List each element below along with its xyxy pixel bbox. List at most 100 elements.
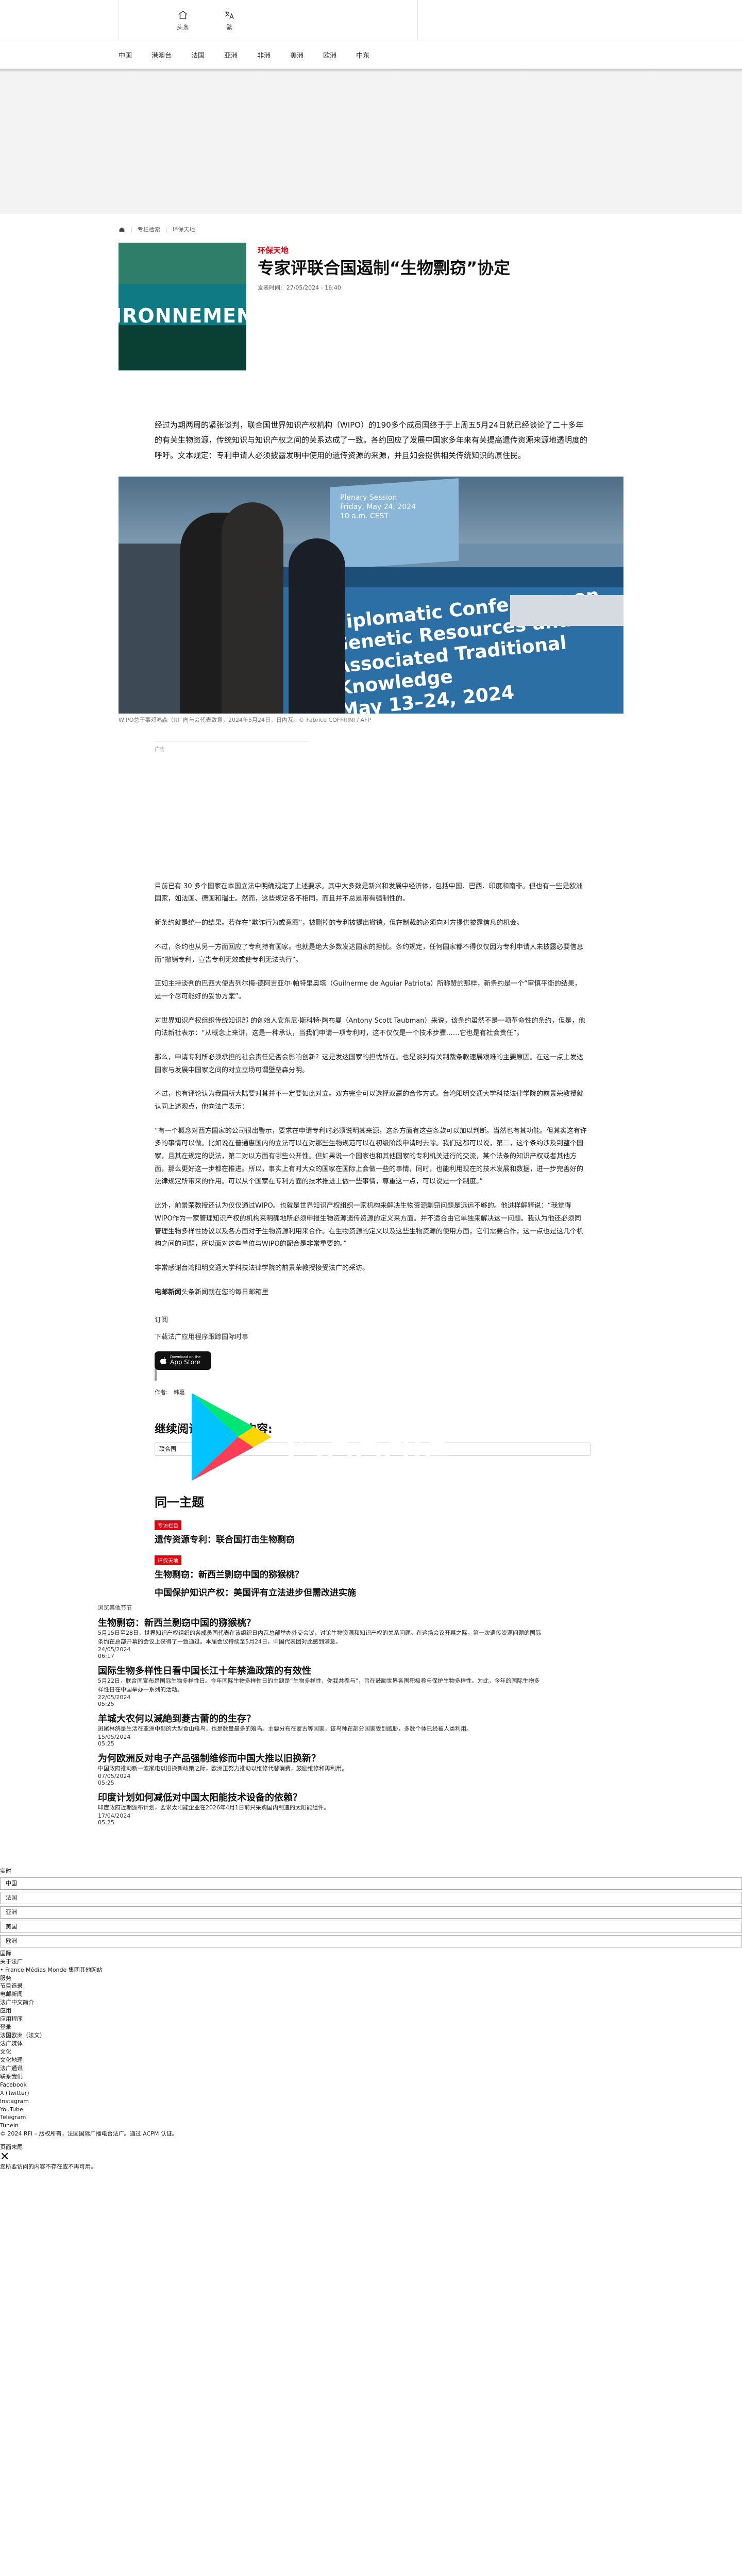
newsletter-text: 头条新闻就在您的每日邮箱里	[181, 1288, 269, 1296]
nav-item-americas[interactable]: 美洲	[290, 50, 303, 60]
footer-line[interactable]: X (Twitter)	[0, 2089, 742, 2097]
main-nav: 中国 港澳台 法国 亚洲 非洲 美洲 欧洲 中东	[0, 41, 742, 69]
nav-item-asia[interactable]: 亚洲	[224, 50, 238, 60]
footer-line[interactable]: TuneIn	[0, 2122, 742, 2130]
digest-date: 24/05/2024 06:17	[98, 1646, 131, 1660]
digest-summary: 中国政府推动新一波家电以旧换新政策之际，欧洲正努力推动以维修代替消费，鼓励维修和…	[98, 1765, 347, 1772]
language-button[interactable]: 繁	[214, 9, 245, 31]
footer-line[interactable]: 法广通讯	[0, 2064, 742, 2073]
footer-field[interactable]: 美国	[0, 1920, 742, 1933]
ad-banner-area	[0, 72, 742, 214]
list-item-title[interactable]: 中国保护知识产权：美国评有立法进步但需改进实施	[155, 1585, 623, 1598]
footer-line[interactable]: 文化	[0, 2048, 742, 2056]
app-store-button[interactable]: Download on the App Store	[155, 1351, 211, 1370]
nav-item-africa[interactable]: 非洲	[257, 50, 271, 60]
footer-line[interactable]: 节目选录	[0, 1982, 742, 1990]
google-play-bottom: Google Play	[285, 1422, 452, 1539]
nav-item-middle-east[interactable]: 中东	[356, 50, 369, 60]
digest-item[interactable]: 生物剽窃：新西兰剽窃中国的猕猴桃？ 5月15日至28日，世界知识产权组织的各成员…	[98, 1616, 541, 1659]
list-item[interactable]: 中国保护知识产权：美国评有立法进步但需改进实施	[155, 1585, 623, 1598]
digest-title[interactable]: 国际生物多样性日看中国长江十年禁渔政策的有效性	[98, 1664, 541, 1677]
footer-line[interactable]: 联系我们	[0, 2073, 742, 2081]
footer: 实时 中国 法国 亚洲 美国 欧洲 国际 关于法广 • France Média…	[0, 1867, 742, 2171]
footer-line[interactable]: 国际	[0, 1950, 742, 1958]
footer-field[interactable]: 中国	[0, 1877, 742, 1890]
ad-slot: 广告	[155, 741, 309, 870]
digest-title[interactable]: 为何欧洲反对电子产品强制维修而中国大推以旧换新？	[98, 1751, 541, 1765]
footer-line[interactable]: 登录	[0, 2023, 742, 2031]
digest-label: 浏览其他节节	[98, 1604, 132, 1612]
list-item-title[interactable]: 生物剽窃：新西兰剽窃中国的猕猴桃？	[155, 1567, 623, 1580]
footer-line[interactable]: YouTube	[0, 2106, 742, 2114]
breadcrumb-item[interactable]: 专栏检索	[138, 225, 160, 233]
digest-title[interactable]: 印度计划如何减低对中国太阳能技术设备的依赖？	[98, 1790, 541, 1804]
footer-line[interactable]: 电邮新闻	[0, 1990, 742, 1998]
footer-line[interactable]: 实时	[0, 1867, 742, 1875]
footer-line[interactable]: Instagram	[0, 2097, 742, 2106]
footer-line[interactable]: 法广中文简介	[0, 1998, 742, 2007]
nav-item-hk-macao-taiwan[interactable]: 港澳台	[151, 50, 172, 60]
breadcrumb-separator: |	[165, 226, 167, 233]
paragraph: 对世界知识产权组织传统知识部 的创始人安东尼·斯科特·陶布曼（Antony Sc…	[155, 1016, 585, 1038]
paragraph: 正如主持谈判的巴西大使吉列尔梅·德阿吉亚尔·帕特里奥塔（Guilherme de…	[155, 980, 581, 1001]
ad-label: 广告	[155, 747, 165, 753]
app-store-big: App Store	[170, 1359, 200, 1366]
digest-date: 17/04/2024 05:25	[98, 1812, 131, 1826]
digest-summary: 5月22日，联合国宣布是国际生物多样性日。今年国际生物多样性日的主题是“生物多样…	[98, 1677, 540, 1693]
article-main: | 专栏检索 | 环保天地 IRONNEMENT 环保天地 专家评联合国遏制“生…	[119, 214, 623, 1598]
footer-line[interactable]: • France Médias Monde 集团其他网站	[0, 1966, 742, 1974]
home-button[interactable]: 头条	[167, 9, 198, 31]
article-body: 目前已有 30 多个国家在本国立法中明确规定了上述要求。其中大多数是新兴和发展中…	[155, 880, 587, 1299]
nav-item-china[interactable]: 中国	[119, 50, 132, 60]
google-play-button[interactable]: 下载应用，请到 Google Play	[155, 1369, 451, 1539]
photo-caption: WIPO总干事邓鸿森（R）向与会代表致意，2024年5月24日，日内瓦。© Fa…	[119, 716, 372, 723]
article-kicker[interactable]: 环保天地	[258, 245, 510, 256]
breadcrumb-item[interactable]: 环保天地	[172, 225, 195, 233]
digest-title[interactable]: 生物剽窃：新西兰剽窃中国的猕猴桃？	[98, 1616, 541, 1629]
subscribe-link[interactable]: 订阅	[155, 1314, 623, 1324]
download-app-text: 下载法广应用程序跟踪国际时事	[155, 1333, 249, 1342]
home-icon[interactable]	[119, 226, 125, 233]
close-icon[interactable]: ✕	[0, 2151, 742, 2163]
digest-title[interactable]: 羊城大农何以滅絶到菱古蕾的的生存？	[98, 1711, 541, 1725]
digest-summary: 斑尾林鸽是生活在亚洲中部的大型食山雉鸟，也是数量最多的雉鸟。主要分布在蒙古等国家…	[98, 1725, 472, 1733]
article-header: IRONNEMENT 环保天地 专家评联合国遏制“生物剽窃”协定 发表时间: 27…	[119, 243, 623, 370]
thumbnail-word: IRONNEMENT	[119, 304, 246, 327]
digest-date: 22/05/2024 05:25	[98, 1694, 131, 1708]
not-found-text: 您所要访问的内容不存在或不再可用。	[0, 2163, 96, 2171]
home-label: 头条	[176, 24, 189, 31]
paragraph: 不过，也有评论认为我国所大陆要对其并不一定要如此对立。双方完全可以选择双赢的合作…	[155, 1090, 584, 1111]
article-photo: Plenary Session Friday, May 24, 2024 10 …	[119, 476, 623, 714]
article-lead: 经过为期两周的紧张谈判，联合国世界知识产权机构（WIPO）的190多个成员国终于…	[155, 420, 588, 460]
paragraph: 目前已有 30 多个国家在本国立法中明确规定了上述要求。其中大多数是新兴和发展中…	[155, 882, 583, 903]
digest-item[interactable]: 羊城大农何以滅絶到菱古蕾的的生存？ 斑尾林鸽是生活在亚洲中部的大型食山雉鸟，也是…	[98, 1711, 541, 1747]
category-badge: 专访栏目	[155, 1520, 181, 1531]
nav-shadow	[0, 69, 742, 72]
digest-summary: 印度政府近期颁布计划，要求太阳能企业在2026年4月1日前只采购国内制造的太阳能…	[98, 1804, 329, 1811]
language-label: 繁	[226, 24, 232, 31]
breadcrumb-separator: |	[130, 226, 132, 233]
photo-screen-text: Plenary Session Friday, May 24, 2024 10 …	[340, 493, 416, 521]
footer-field[interactable]: 法国	[0, 1891, 742, 1904]
digest-item[interactable]: 为何欧洲反对电子产品强制维修而中国大推以旧换新？ 中国政府推动新一波家电以旧换新…	[98, 1751, 541, 1787]
footer-line[interactable]: 文化地理	[0, 2056, 742, 2064]
list-item[interactable]: 环保天地 生物剽窃：新西兰剽窃中国的猕猴桃？	[155, 1550, 623, 1580]
footer-field[interactable]: 亚洲	[0, 1906, 742, 1919]
nav-item-france[interactable]: 法国	[191, 50, 205, 60]
digest-item[interactable]: 印度计划如何减低对中国太阳能技术设备的依赖？ 印度政府近期颁布计划，要求太阳能企…	[98, 1790, 541, 1826]
publish-date: 发表时间: 27/05/2024 - 16:40	[258, 283, 510, 292]
footer-line[interactable]: 关于法广	[0, 1958, 742, 1966]
digest-item[interactable]: 国际生物多样性日看中国长江十年禁渔政策的有效性 5月22日，联合国宣布是国际生物…	[98, 1664, 541, 1707]
footer-field[interactable]: 欧洲	[0, 1935, 742, 1947]
copyright: © 2024 RFI – 版权所有，法国国际广播电台法广。通过 ACPM 认证。	[0, 2130, 178, 2138]
nav-item-europe[interactable]: 欧洲	[323, 50, 336, 60]
footer-line[interactable]: Telegram	[0, 2113, 742, 2122]
paragraph: 新条约就是统一的结果。若存在“欺诈行为或意图”，被删掉的专利被提出撤销，但在制裁…	[155, 919, 524, 927]
footer-line: 应用	[0, 2007, 11, 2014]
footer-line[interactable]: 应用程序	[0, 2015, 742, 2023]
breadcrumb: | 专栏检索 | 环保天地	[119, 214, 623, 233]
footer-line[interactable]: Facebook	[0, 2081, 742, 2089]
digest-list: 浏览其他节节 生物剽窃：新西兰剽窃中国的猕猴桃？ 5月15日至28日，世界知识产…	[98, 1603, 541, 1826]
footer-line: 法广媒体	[0, 2040, 23, 2047]
footer-line[interactable]: 法国欧洲（法文）	[0, 2031, 742, 2040]
